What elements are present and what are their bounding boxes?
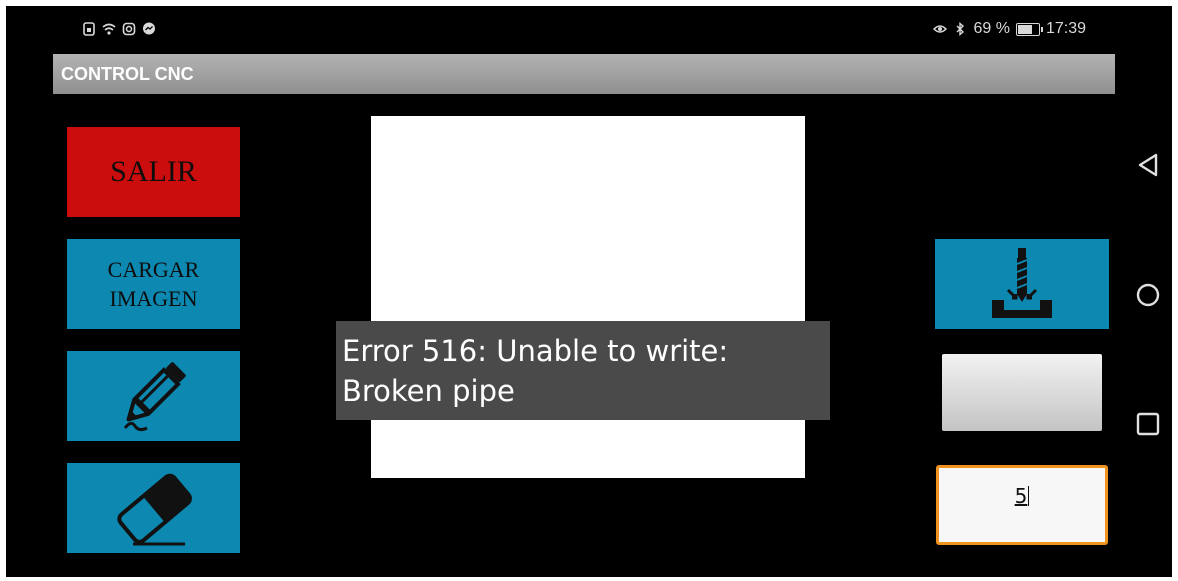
- load-image-button-label: CARGAR IMAGEN: [108, 255, 200, 313]
- exit-button[interactable]: SALIR: [67, 127, 240, 217]
- status-bar-left: [82, 22, 156, 36]
- messenger-icon: [143, 22, 155, 35]
- battery-icon: [1015, 22, 1043, 36]
- error-toast-line2: Broken pipe: [342, 374, 515, 408]
- clock: 17:39: [1045, 20, 1086, 37]
- app-screen: 69 % 17:39 CONTROL CNC SALIR CARGAR IMAG…: [6, 6, 1172, 577]
- home-icon[interactable]: [1136, 283, 1160, 307]
- erase-button[interactable]: [67, 463, 240, 553]
- app-title: CONTROL CNC: [61, 64, 194, 84]
- error-toast: Error 516: Unable to write: Broken pipe: [336, 321, 830, 420]
- recents-icon[interactable]: [1136, 412, 1160, 436]
- eye-icon: [933, 25, 948, 33]
- cnc-tool-button[interactable]: [935, 239, 1109, 329]
- value-input[interactable]: 5: [936, 465, 1108, 545]
- app-title-bar: CONTROL CNC: [53, 54, 1115, 94]
- battery-percent: 69 %: [973, 20, 1010, 37]
- exit-button-label: SALIR: [110, 155, 197, 188]
- load-image-label-line2: IMAGEN: [109, 286, 198, 311]
- blank-button[interactable]: [942, 354, 1102, 431]
- load-image-button[interactable]: CARGAR IMAGEN: [67, 239, 240, 329]
- cnc-bit-icon: [992, 248, 1052, 318]
- text-caret: [1028, 486, 1030, 506]
- wifi-icon: [102, 23, 116, 35]
- instagram-icon: [122, 22, 136, 36]
- sim-icon: [83, 22, 95, 36]
- battery-fill: [1017, 24, 1032, 34]
- draw-button[interactable]: [67, 351, 240, 441]
- value-input-text: 5: [1014, 484, 1028, 508]
- load-image-label-line1: CARGAR: [107, 257, 200, 282]
- drawing-canvas[interactable]: [371, 116, 805, 478]
- back-icon[interactable]: [1136, 152, 1160, 178]
- error-toast-line1: Error 516: Unable to write:: [342, 334, 729, 368]
- pencil-icon: [123, 362, 186, 432]
- status-bar-right: 69 % 17:39: [933, 20, 1086, 38]
- eraser-icon: [116, 473, 192, 546]
- bluetooth-icon: [956, 22, 965, 36]
